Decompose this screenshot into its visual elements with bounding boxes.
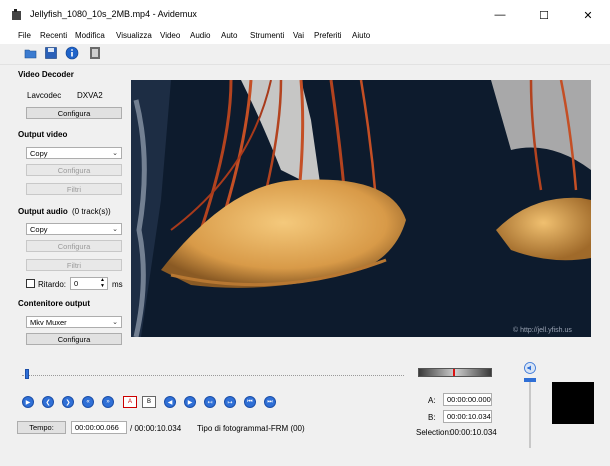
delay-value: 0 bbox=[74, 279, 79, 288]
selection-duration: 00:00:10.034 bbox=[450, 428, 497, 437]
jog-shuttle[interactable] bbox=[418, 368, 492, 377]
delay-label: Ritardo: bbox=[38, 280, 67, 289]
video-configure-button[interactable]: Configura bbox=[26, 164, 122, 176]
menu-tools[interactable]: Strumenti bbox=[250, 31, 284, 40]
volume-slider-handle[interactable] bbox=[524, 377, 536, 382]
menu-audio[interactable]: Audio bbox=[190, 31, 210, 40]
menu-edit[interactable]: Modifica bbox=[75, 31, 105, 40]
audio-codec-select[interactable]: Copy ⌄ bbox=[26, 223, 122, 235]
jog-center-mark bbox=[453, 369, 455, 376]
decoder-codec-label: Lavcodec bbox=[27, 91, 62, 100]
audio-codec-value: Copy bbox=[30, 224, 48, 234]
minimize-button[interactable]: — bbox=[478, 0, 522, 30]
video-frame-image: © http://jell.yfish.us bbox=[131, 80, 591, 337]
time-button[interactable]: Tempo: bbox=[17, 421, 66, 434]
play-icon[interactable]: ▶ bbox=[22, 396, 34, 408]
marker-b-label: B: bbox=[428, 413, 436, 422]
delay-unit: ms bbox=[112, 280, 123, 289]
next-frame-icon[interactable]: ❯ bbox=[62, 396, 74, 408]
audio-configure-button[interactable]: Configura bbox=[26, 240, 122, 252]
audio-meter bbox=[552, 382, 594, 424]
spin-arrows-icon[interactable]: ▲ ▼ bbox=[100, 277, 105, 289]
marker-a-field: 00:00:00.000 bbox=[443, 393, 492, 406]
set-marker-a-icon[interactable]: A bbox=[123, 396, 137, 408]
container-value: Mkv Muxer bbox=[30, 317, 67, 327]
audio-filters-button[interactable]: Filtri bbox=[26, 259, 122, 271]
delay-spinbox[interactable]: 0 ▲ ▼ bbox=[70, 277, 108, 290]
video-filters-button[interactable]: Filtri bbox=[26, 183, 122, 195]
menu-video[interactable]: Video bbox=[160, 31, 180, 40]
output-audio-heading: Output audio bbox=[18, 207, 68, 216]
menu-go[interactable]: Vai bbox=[293, 31, 304, 40]
previous-frame-icon[interactable]: ❮ bbox=[42, 396, 54, 408]
menu-auto[interactable]: Auto bbox=[221, 31, 237, 40]
current-time-field[interactable]: 00:00:00.066 bbox=[71, 421, 127, 434]
info-icon[interactable] bbox=[65, 46, 79, 60]
maximize-button[interactable]: ☐ bbox=[522, 0, 566, 30]
open-folder-icon[interactable] bbox=[24, 46, 38, 60]
menu-favorites[interactable]: Preferiti bbox=[314, 31, 342, 40]
previous-cut-icon[interactable]: ◀ bbox=[164, 396, 176, 408]
container-select[interactable]: Mkv Muxer ⌄ bbox=[26, 316, 122, 328]
delay-checkbox[interactable] bbox=[26, 279, 35, 288]
menu-help[interactable]: Aiuto bbox=[352, 31, 370, 40]
decoder-configure-button[interactable]: Configura bbox=[26, 107, 122, 119]
menu-file[interactable]: File bbox=[18, 31, 31, 40]
selection-label: Selection: bbox=[416, 428, 452, 437]
output-video-heading: Output video bbox=[18, 130, 68, 139]
goto-start-icon[interactable]: ⏮ bbox=[244, 396, 256, 408]
decoder-hw-label: DXVA2 bbox=[77, 91, 103, 100]
goto-end-icon[interactable]: ⏭ bbox=[264, 396, 276, 408]
total-time: / 00:00:10.034 bbox=[130, 424, 182, 433]
frame-type-value: I-FRM (00) bbox=[266, 424, 305, 433]
next-cut-icon[interactable]: ▶ bbox=[184, 396, 196, 408]
timeline-position-marker[interactable] bbox=[24, 369, 29, 379]
chevron-down-icon: ⌄ bbox=[112, 319, 118, 326]
video-preview: © http://jell.yfish.us bbox=[131, 80, 591, 337]
marker-b-field: 00:00:10.034 bbox=[443, 410, 492, 423]
menu-recent[interactable]: Recenti bbox=[40, 31, 67, 40]
video-decoder-heading: Video Decoder bbox=[18, 70, 74, 79]
previous-keyframe-icon[interactable]: « bbox=[82, 396, 94, 408]
video-codec-value: Copy bbox=[30, 148, 48, 158]
video-codec-select[interactable]: Copy ⌄ bbox=[26, 147, 122, 159]
menu-view[interactable]: Visualizza bbox=[116, 31, 152, 40]
speaker-icon[interactable] bbox=[524, 362, 536, 374]
chevron-down-icon: ⌄ bbox=[112, 150, 118, 157]
container-heading: Contenitore output bbox=[18, 299, 90, 308]
film-properties-icon[interactable] bbox=[88, 46, 102, 60]
avidemux-app-icon bbox=[12, 9, 21, 20]
chevron-down-icon: ⌄ bbox=[112, 226, 118, 233]
set-marker-b-icon[interactable]: B bbox=[142, 396, 156, 408]
container-configure-button[interactable]: Configura bbox=[26, 333, 122, 345]
audio-track-count: (0 track(s)) bbox=[72, 207, 111, 216]
frame-type-label: Tipo di fotogramma: bbox=[197, 424, 268, 433]
next-keyframe-icon[interactable]: » bbox=[102, 396, 114, 408]
timeline-track[interactable] bbox=[22, 375, 404, 377]
save-disk-icon[interactable] bbox=[44, 46, 58, 60]
video-watermark: © http://jell.yfish.us bbox=[513, 326, 572, 334]
goto-marker-a-icon[interactable]: ↤ bbox=[204, 396, 216, 408]
marker-a-label: A: bbox=[428, 396, 436, 405]
goto-marker-b-icon[interactable]: ↦ bbox=[224, 396, 236, 408]
window-title: Jellyfish_1080_10s_2MB.mp4 - Avidemux bbox=[30, 9, 197, 19]
volume-track[interactable] bbox=[529, 380, 531, 448]
close-button[interactable]: ✕ bbox=[566, 0, 610, 30]
